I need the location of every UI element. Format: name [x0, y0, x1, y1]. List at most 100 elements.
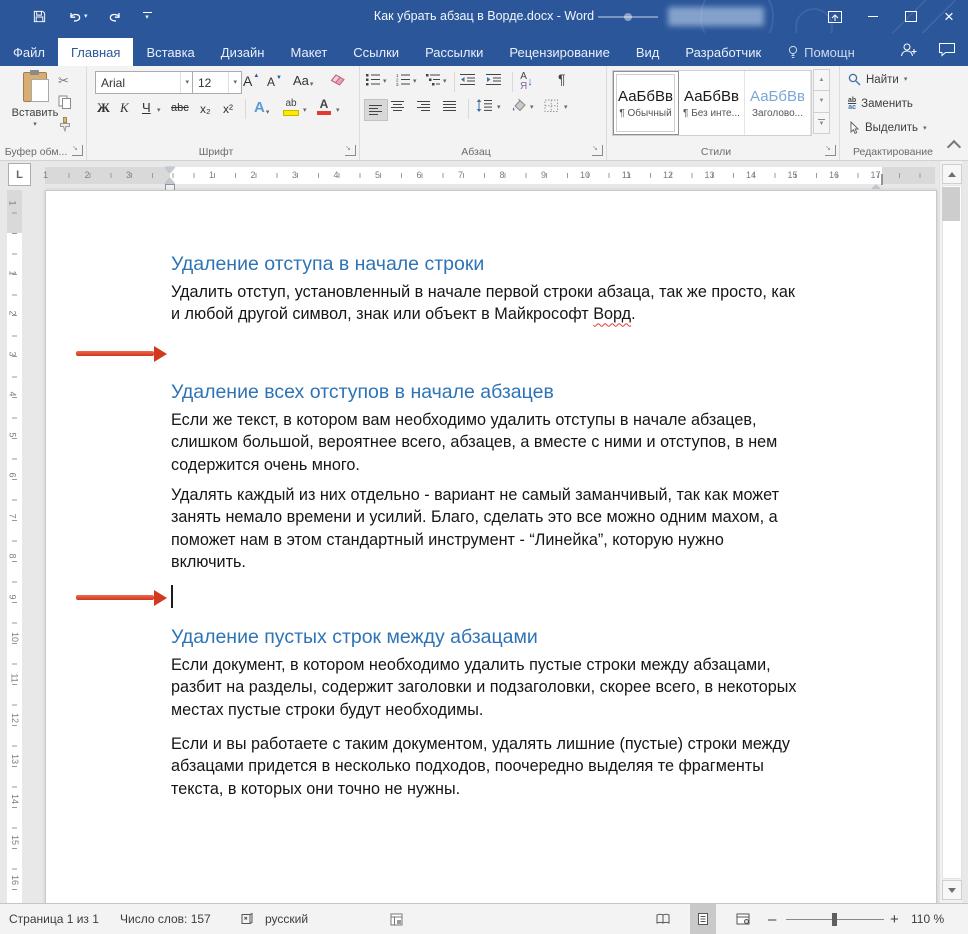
collapse-ribbon-button[interactable]: [946, 139, 962, 155]
save-button[interactable]: [32, 9, 47, 24]
zoom-out-button[interactable]: –: [768, 904, 776, 934]
font-dialog-launcher[interactable]: ↘: [345, 145, 356, 156]
line-spacing-caret[interactable]: ▾: [497, 104, 501, 111]
minimize-button[interactable]: [854, 0, 892, 33]
macro-recording-button[interactable]: [390, 904, 403, 934]
clipboard-dialog-launcher[interactable]: ↘: [72, 145, 83, 156]
bullets-caret[interactable]: ▾: [383, 78, 387, 85]
underline-caret[interactable]: ▾: [157, 107, 161, 114]
page-indicator[interactable]: Страница 1 из 1: [9, 904, 99, 934]
close-button[interactable]: ×: [930, 0, 968, 33]
scroll-up-button[interactable]: [942, 164, 962, 184]
highlight-caret[interactable]: ▾: [303, 107, 307, 114]
tab-references[interactable]: Ссылки: [340, 38, 412, 66]
bullets-button[interactable]: [366, 73, 381, 86]
borders-caret[interactable]: ▾: [564, 104, 568, 111]
cut-button[interactable]: ✂: [58, 73, 69, 89]
styles-more-button[interactable]: ▼: [813, 111, 830, 134]
shrink-font-button[interactable]: A ▼: [267, 75, 282, 89]
multilevel-list-button[interactable]: [426, 73, 441, 86]
scroll-down-button[interactable]: [942, 880, 962, 900]
v-ruler[interactable]: 1 1 2 3 4 5 6 7 8 9 10 11 12 13 14 15 16: [7, 190, 22, 903]
copy-button[interactable]: [58, 95, 72, 110]
bold-button[interactable]: Ж: [97, 100, 110, 116]
numbering-caret[interactable]: ▾: [413, 78, 417, 85]
styles-dialog-launcher[interactable]: ↘: [825, 145, 836, 156]
styles-scroll-up-button[interactable]: ▲: [813, 69, 830, 92]
print-layout-button[interactable]: [690, 904, 716, 934]
superscript-button[interactable]: x²: [223, 102, 233, 116]
align-left-button[interactable]: [364, 99, 388, 121]
zoom-slider-thumb[interactable]: [832, 913, 837, 926]
web-layout-button[interactable]: [730, 904, 756, 934]
tab-developer[interactable]: Разработчик: [672, 38, 774, 66]
zoom-in-button[interactable]: +: [890, 904, 899, 934]
tab-home[interactable]: Главная: [57, 38, 134, 66]
increase-indent-button[interactable]: [486, 73, 502, 86]
show-formatting-marks-button[interactable]: ¶: [558, 71, 566, 87]
first-line-indent-marker[interactable]: [165, 167, 175, 173]
tab-insert[interactable]: Вставка: [133, 38, 207, 66]
justify-button[interactable]: [443, 100, 457, 112]
style-card-no-spacing[interactable]: АаБбВв ¶ Без инте...: [679, 71, 745, 135]
scrollbar-thumb[interactable]: [942, 187, 960, 221]
read-mode-button[interactable]: [650, 904, 676, 934]
align-right-button[interactable]: [417, 100, 431, 112]
find-button[interactable]: Найти ▾: [848, 73, 907, 86]
strikethrough-button[interactable]: abc: [171, 102, 189, 114]
undo-button[interactable]: ▾: [67, 10, 88, 24]
sort-button[interactable]: А Я ↓: [520, 72, 533, 92]
italic-button[interactable]: К: [120, 100, 129, 116]
paste-button[interactable]: Вставить ▾: [8, 70, 62, 148]
numbering-button[interactable]: 123: [396, 73, 411, 86]
tab-stop-selector[interactable]: L: [8, 163, 31, 186]
styles-scroll-down-button[interactable]: ▼: [813, 90, 830, 113]
format-painter-button[interactable]: [58, 117, 72, 132]
tab-file[interactable]: Файл: [0, 38, 58, 66]
select-button[interactable]: Выделить ▾: [848, 121, 927, 135]
scrollbar-track[interactable]: [942, 185, 962, 879]
text-effects-button[interactable]: А ▾: [254, 99, 269, 116]
decor-slider: [598, 13, 658, 21]
style-card-heading[interactable]: АаБбВв Заголово...: [745, 71, 811, 135]
font-size-combobox[interactable]: 12 ▾: [192, 71, 242, 94]
tab-review[interactable]: Рецензирование: [496, 38, 622, 66]
change-case-button[interactable]: Aa ▾: [293, 73, 313, 88]
maximize-button[interactable]: [892, 0, 930, 33]
tab-view[interactable]: Вид: [623, 38, 673, 66]
replace-button[interactable]: ab ac Заменить: [848, 97, 913, 111]
h-ruler[interactable]: 3 2 1 1 2 3 4 5 6 7 8 9 10 11 12 13 14 15 16 17: [43, 167, 935, 189]
line-spacing-button[interactable]: [476, 99, 493, 112]
proofing-status-button[interactable]: [240, 904, 254, 934]
decrease-indent-button[interactable]: [460, 73, 476, 86]
subscript-button[interactable]: x₂: [200, 102, 211, 116]
font-color-button[interactable]: А: [317, 98, 331, 115]
shading-button[interactable]: [511, 99, 527, 113]
zoom-level[interactable]: 110 %: [911, 904, 944, 934]
paragraph-dialog-launcher[interactable]: ↘: [592, 145, 603, 156]
font-family-combobox[interactable]: Arial ▾: [95, 71, 194, 94]
underline-button[interactable]: Ч: [142, 100, 151, 115]
tell-me-assistant[interactable]: Помощн: [774, 38, 868, 66]
borders-button[interactable]: [544, 99, 559, 113]
comment-icon[interactable]: [938, 42, 956, 57]
document-page[interactable]: Удаление отступа в начале строки Удалить…: [45, 190, 937, 903]
clear-formatting-button[interactable]: [330, 73, 346, 87]
tab-design[interactable]: Дизайн: [208, 38, 278, 66]
highlight-color-button[interactable]: ab: [283, 99, 299, 116]
align-center-button[interactable]: [391, 100, 405, 112]
repeat-button[interactable]: [108, 10, 123, 24]
share-person-icon[interactable]: [900, 42, 918, 58]
ribbon-display-options-button[interactable]: [816, 0, 854, 33]
font-color-caret[interactable]: ▾: [336, 107, 340, 114]
word-count[interactable]: Число слов: 157: [120, 904, 211, 934]
vertical-scrollbar[interactable]: [939, 161, 962, 903]
multilevel-caret[interactable]: ▾: [443, 78, 447, 85]
language-indicator[interactable]: русский: [265, 904, 308, 934]
tab-layout[interactable]: Макет: [277, 38, 340, 66]
tab-mailings[interactable]: Рассылки: [412, 38, 496, 66]
style-card-normal[interactable]: АаБбВв ¶ Обычный: [613, 71, 679, 135]
customize-qat-button[interactable]: ▾: [142, 12, 152, 21]
shading-caret[interactable]: ▾: [530, 104, 534, 111]
grow-font-button[interactable]: A ▲: [243, 73, 259, 89]
